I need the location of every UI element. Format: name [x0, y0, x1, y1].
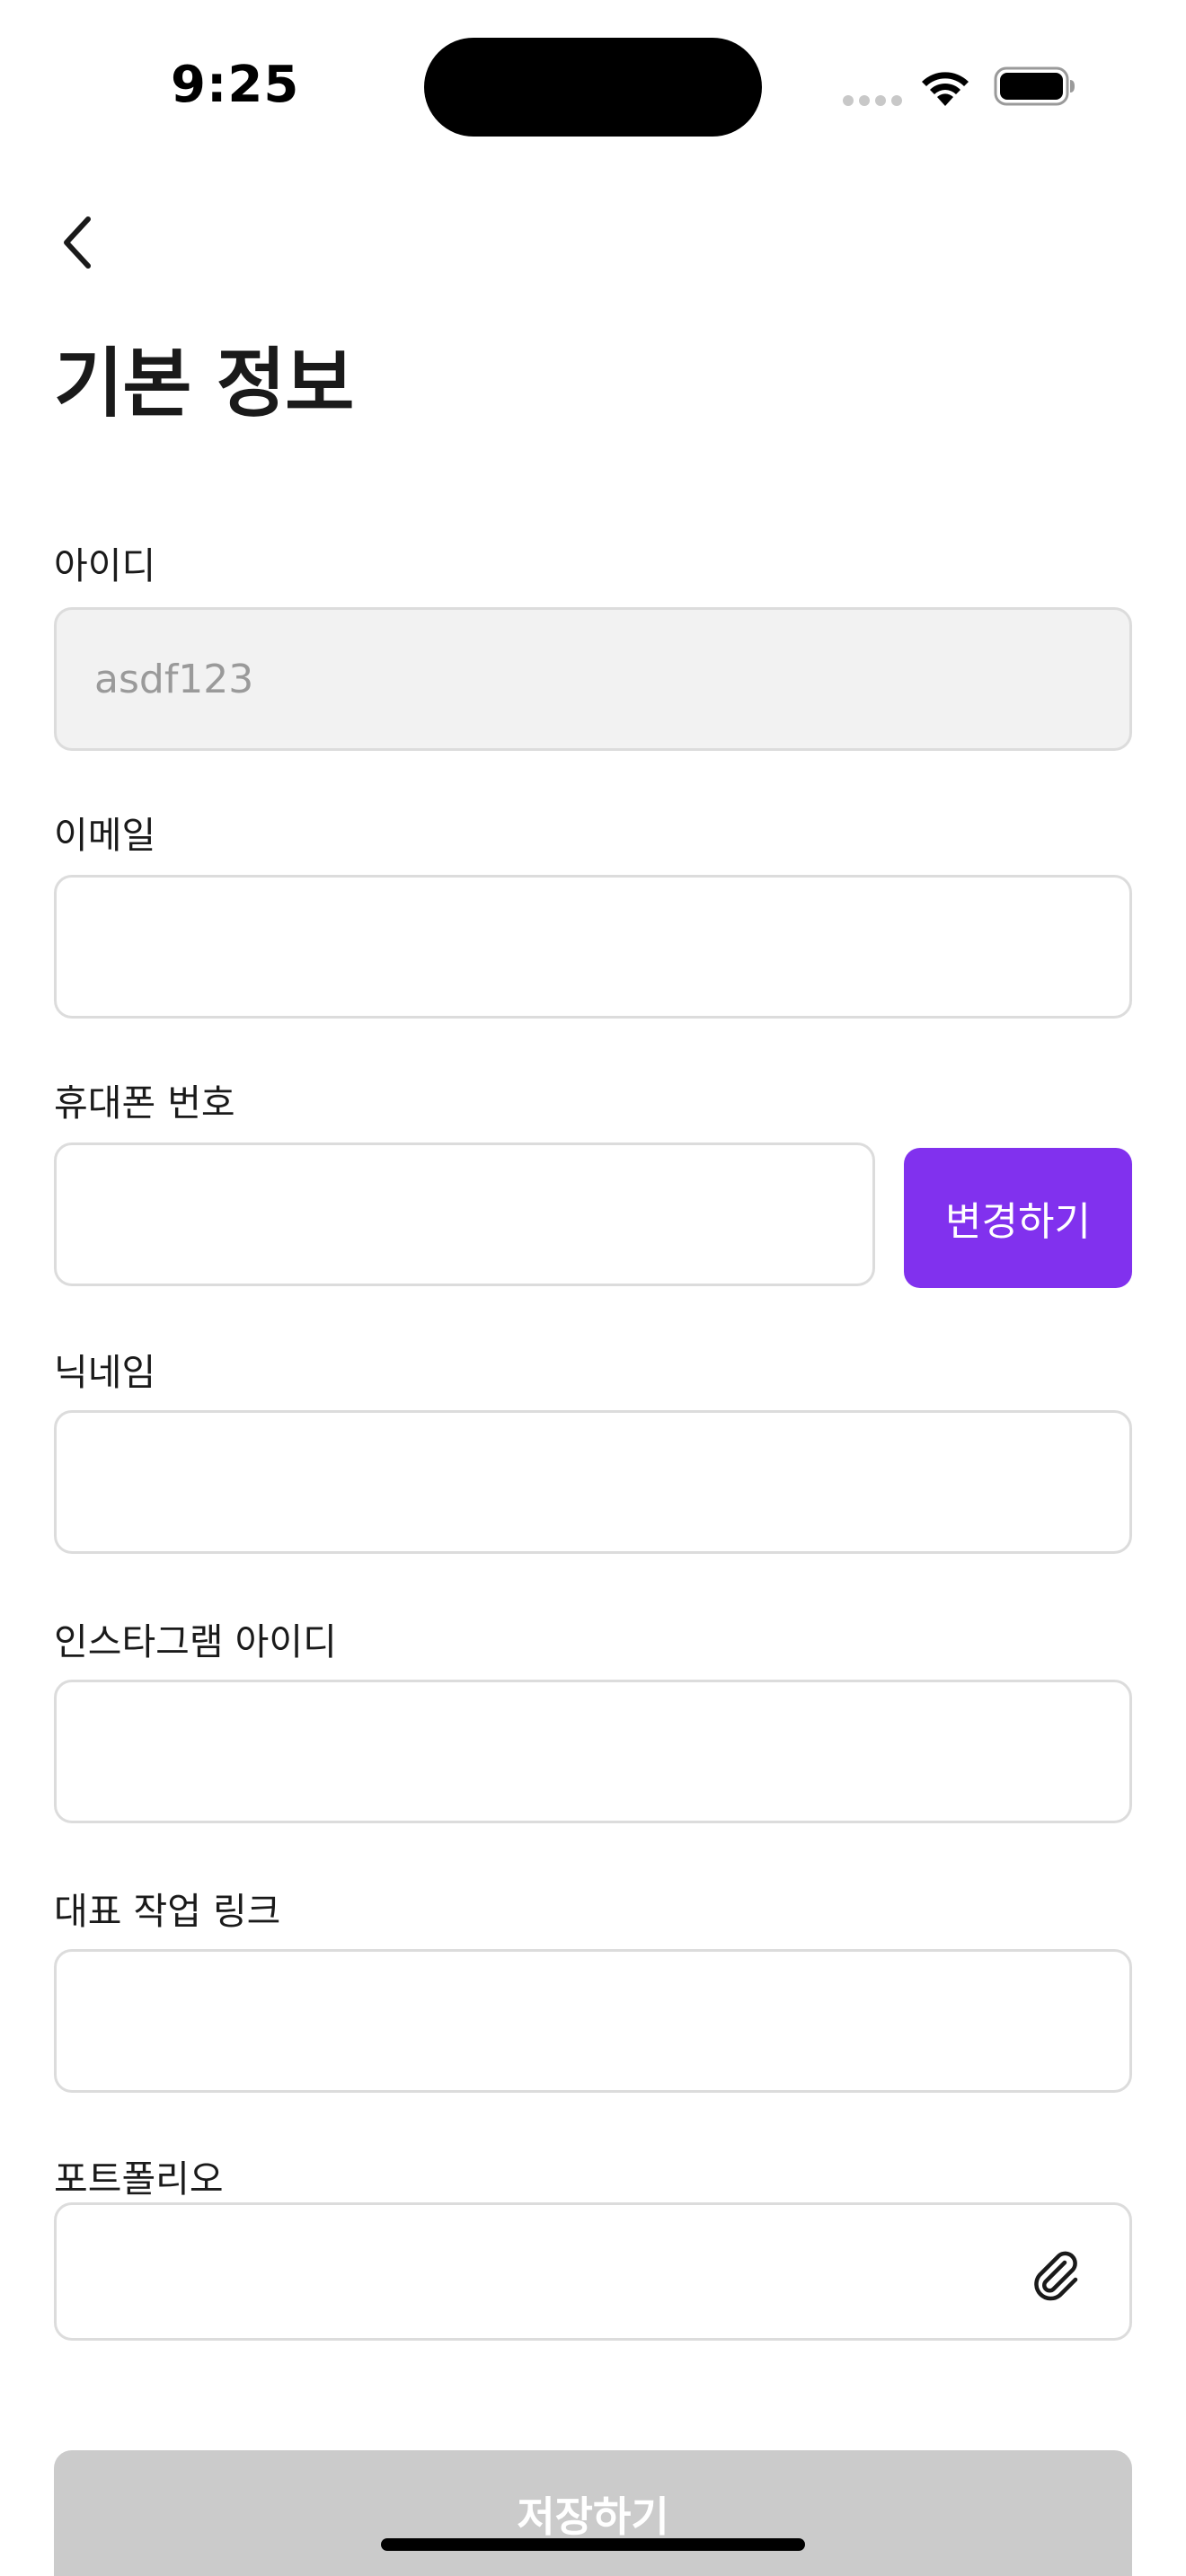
wifi-icon: [922, 72, 969, 106]
phone-label: 휴대폰 번호: [54, 1081, 235, 1125]
home-indicator[interactable]: [381, 2538, 805, 2551]
basic-info-screen: 9:25 기본 정보 아이디 이메일 휴대폰 번호 변경하기 닉네임 인스타그: [0, 0, 1186, 2576]
id-field-container: [54, 607, 1132, 751]
id-label: 아이디: [54, 544, 156, 587]
email-field[interactable]: [57, 878, 1129, 1016]
status-time: 9:25: [171, 56, 300, 114]
portfolio-field[interactable]: [54, 2202, 1132, 2341]
back-button[interactable]: [50, 210, 104, 275]
work-link-label: 대표 작업 링크: [54, 1890, 281, 1933]
paperclip-icon[interactable]: [1031, 2250, 1083, 2302]
work-link-field-container: [54, 1949, 1132, 2093]
instagram-field-container: [54, 1680, 1132, 1823]
change-phone-button[interactable]: 변경하기: [904, 1148, 1132, 1288]
dynamic-island: [424, 38, 762, 137]
instagram-field[interactable]: [57, 1682, 1129, 1821]
save-button[interactable]: 저장하기: [54, 2450, 1132, 2576]
page-title: 기본 정보: [54, 340, 354, 428]
chevron-left-icon: [64, 216, 91, 269]
phone-field-container: [54, 1142, 875, 1286]
nickname-field-container: [54, 1410, 1132, 1554]
email-field-container: [54, 875, 1132, 1019]
battery-icon: [994, 66, 1075, 106]
portfolio-label: 포트폴리오: [54, 2157, 224, 2201]
id-field[interactable]: [57, 610, 1129, 748]
email-label: 이메일: [54, 814, 156, 857]
nickname-label: 닉네임: [54, 1351, 156, 1394]
nickname-field[interactable]: [57, 1413, 1129, 1551]
cellular-signal-icon: [843, 95, 902, 106]
work-link-field[interactable]: [57, 1952, 1129, 2090]
instagram-label: 인스타그램 아이디: [54, 1620, 337, 1663]
phone-field[interactable]: [57, 1145, 872, 1284]
